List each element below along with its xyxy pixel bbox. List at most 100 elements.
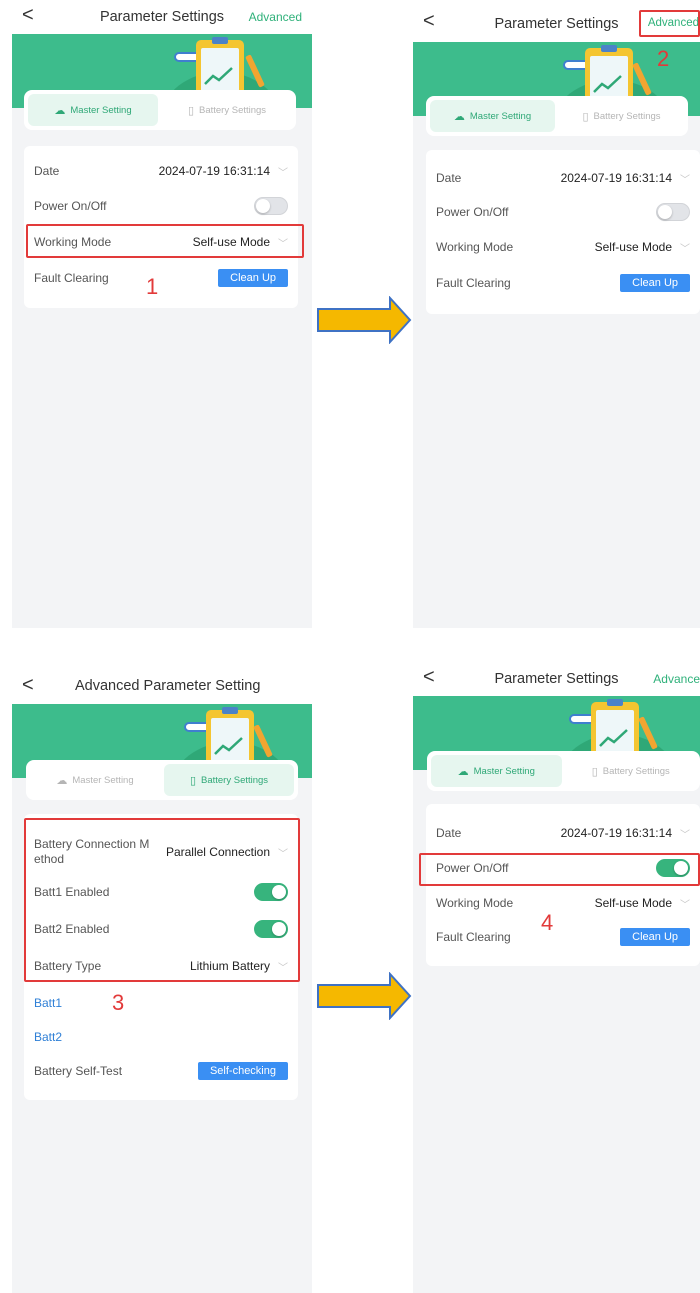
fault-clearing-row: Fault Clearing Clean Up (436, 926, 690, 948)
batt1-enabled-toggle[interactable] (254, 883, 288, 901)
tab-battery-settings[interactable]: ▯ Battery Settings (162, 94, 292, 126)
tab-master-setting[interactable]: ☁ Master Setting (431, 755, 562, 787)
cloud-icon: ☁ (54, 104, 66, 117)
battery-icon: ▯ (187, 104, 194, 117)
date-value: 2024-07-19 16:31:14 (560, 826, 672, 840)
chevron-down-icon: ﹀ (278, 848, 288, 860)
batt2-enabled-label: Batt2 Enabled (34, 922, 110, 936)
step-number: 3 (112, 990, 125, 1015)
working-mode-label: Working Mode (34, 235, 112, 249)
cloud-icon: ☁ (453, 110, 465, 123)
chevron-down-icon: ﹀ (278, 962, 288, 974)
power-toggle[interactable] (656, 203, 690, 221)
self-checking-button[interactable]: Self-checking (197, 1062, 288, 1080)
tab-battery-settings[interactable]: ▯ Battery Settings (164, 764, 294, 796)
working-mode-row[interactable]: Working Mode Self-use Mode ﹀ (34, 231, 288, 253)
settings-card: Date 2024-07-19 16:31:14 ﹀ Power On/Off W… (24, 146, 298, 308)
date-value: 2024-07-19 16:31:14 (560, 171, 672, 185)
battery-connection-label: Battery Connection M ethod (34, 837, 150, 866)
battery-self-test-row: Battery Self-Test Self-checking (34, 1060, 288, 1082)
working-mode-label: Working Mode (436, 896, 514, 910)
clean-up-button[interactable]: Clean Up (620, 928, 690, 946)
working-mode-label: Working Mode (436, 240, 514, 254)
settings-card: Date 2024-07-19 16:31:14 ﹀ Power On/Off W… (426, 804, 700, 966)
battery-connection-row[interactable]: Battery Connection M ethod Parallel Conn… (34, 832, 288, 872)
arrow-right-icon (317, 296, 412, 344)
chevron-down-icon: ﹀ (278, 238, 288, 250)
battery-self-test-label: Battery Self-Test (34, 1064, 123, 1078)
clean-up-button[interactable]: Clean Up (218, 269, 288, 287)
date-label: Date (34, 164, 60, 178)
back-arrow-icon[interactable]: < (22, 674, 34, 696)
settings-tabs: ☁ Master Setting ▯ Battery Settings (427, 751, 700, 791)
chevron-down-icon: ﹀ (680, 243, 690, 255)
date-label: Date (436, 171, 462, 185)
date-row[interactable]: Date 2024-07-19 16:31:14 ﹀ (34, 160, 288, 182)
batt1-link-row[interactable]: Batt1 (34, 992, 288, 1014)
working-mode-value: Self-use Mode (192, 235, 270, 249)
advanced-link[interactable]: Advance (653, 672, 700, 686)
chevron-down-icon: ﹀ (680, 829, 690, 841)
battery-icon: ▯ (189, 774, 196, 787)
nav-bar: < Parameter Settings Advanced (413, 0, 700, 42)
power-row: Power On/Off (436, 201, 690, 223)
batt1-enabled-label: Batt1 Enabled (34, 885, 110, 899)
tab-master-setting[interactable]: ☁ Master Setting (28, 94, 158, 126)
fault-clearing-row: Fault Clearing Clean Up (34, 267, 288, 289)
step-number: 2 (657, 46, 670, 71)
chevron-down-icon: ﹀ (278, 167, 288, 179)
settings-card: Date 2024-07-19 16:31:14 ﹀ Power On/Off W… (426, 150, 700, 314)
tab-battery-settings[interactable]: ▯ Battery Settings (559, 100, 684, 132)
fault-clearing-label: Fault Clearing (34, 271, 109, 285)
screen-parameter-settings-step-2: < Parameter Settings Advanced ☁ Master S… (413, 0, 700, 628)
screen-advanced-parameter-setting-step-3: < Advanced Parameter Setting ☁ Master Se… (12, 662, 312, 1293)
step-number: 1 (146, 274, 159, 299)
arrow-right-icon (317, 972, 412, 1020)
screen-parameter-settings-step-1: < Parameter Settings Advanced ☁ Master S… (12, 0, 312, 628)
power-label: Power On/Off (436, 205, 509, 219)
cloud-icon: ☁ (457, 765, 469, 778)
power-row: Power On/Off (436, 857, 690, 879)
advanced-link[interactable]: Advanced (249, 10, 302, 24)
working-mode-row[interactable]: Working Mode Self-use Mode ﹀ (436, 892, 690, 914)
tab-master-setting[interactable]: ☁ Master Setting (30, 764, 160, 796)
working-mode-row[interactable]: Working Mode Self-use Mode ﹀ (436, 236, 690, 258)
nav-bar: < Parameter Settings Advance (413, 662, 700, 696)
tab-master-setting[interactable]: ☁ Master Setting (430, 100, 555, 132)
date-label: Date (436, 826, 462, 840)
settings-tabs: ☁ Master Setting ▯ Battery Settings (26, 760, 298, 800)
batt2-link-row[interactable]: Batt2 (34, 1026, 288, 1048)
power-label: Power On/Off (436, 861, 509, 875)
settings-tabs: ☁ Master Setting ▯ Battery Settings (24, 90, 296, 130)
screen-parameter-settings-step-4: < Parameter Settings Advance ☁ Master Se… (413, 662, 700, 1293)
batt2-link[interactable]: Batt2 (34, 1030, 62, 1044)
date-row[interactable]: Date 2024-07-19 16:31:14 ﹀ (436, 167, 690, 189)
nav-bar: < Advanced Parameter Setting (12, 662, 312, 704)
page-title: Advanced Parameter Setting (75, 678, 261, 694)
tab-battery-settings[interactable]: ▯ Battery Settings (566, 755, 697, 787)
date-value: 2024-07-19 16:31:14 (158, 164, 270, 178)
power-toggle[interactable] (656, 859, 690, 877)
fault-clearing-row: Fault Clearing Clean Up (436, 272, 690, 294)
battery-type-row[interactable]: Battery Type Lithium Battery ﹀ (34, 955, 288, 977)
chevron-down-icon: ﹀ (680, 174, 690, 186)
date-row[interactable]: Date 2024-07-19 16:31:14 ﹀ (436, 822, 690, 844)
power-row: Power On/Off (34, 195, 288, 217)
batt2-enabled-toggle[interactable] (254, 920, 288, 938)
battery-icon: ▯ (582, 110, 589, 123)
clean-up-button[interactable]: Clean Up (620, 274, 690, 292)
batt1-enabled-row: Batt1 Enabled (34, 881, 288, 903)
power-toggle[interactable] (254, 197, 288, 215)
battery-type-label: Battery Type (34, 959, 102, 973)
batt2-enabled-row: Batt2 Enabled (34, 918, 288, 940)
nav-bar: < Parameter Settings Advanced (12, 0, 312, 34)
advanced-link[interactable]: Advanced (648, 17, 699, 29)
cloud-icon: ☁ (56, 774, 68, 787)
batt1-link[interactable]: Batt1 (34, 996, 62, 1010)
battery-settings-card: Battery Connection M ethod Parallel Conn… (24, 814, 298, 1100)
settings-tabs: ☁ Master Setting ▯ Battery Settings (426, 96, 688, 136)
fault-clearing-label: Fault Clearing (436, 930, 511, 944)
fault-clearing-label: Fault Clearing (436, 276, 511, 290)
working-mode-value: Self-use Mode (594, 896, 672, 910)
battery-connection-value: Parallel Connection (165, 845, 270, 859)
